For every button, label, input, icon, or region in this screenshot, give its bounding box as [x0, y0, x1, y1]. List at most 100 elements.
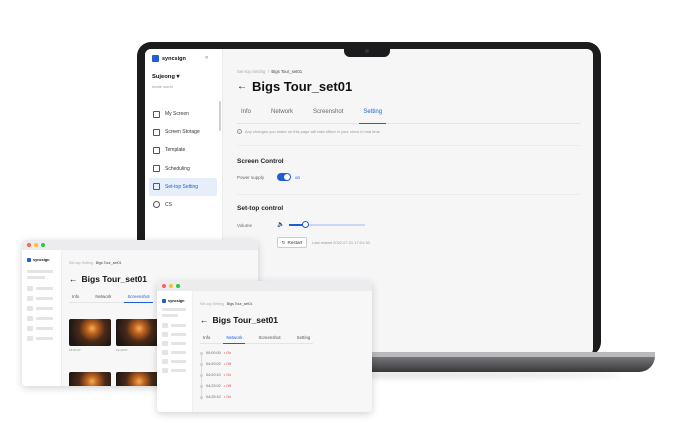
maximize-icon[interactable]	[41, 243, 45, 247]
tab-network[interactable]: Network	[92, 292, 114, 303]
tab-setting[interactable]: Setting	[359, 105, 387, 124]
page-title: ← Bigs Tour_set01	[200, 315, 278, 325]
sidebar-placeholder	[36, 317, 53, 320]
tab-setting[interactable]: Setting	[294, 333, 314, 344]
sidebar-item-scheduling[interactable]: Scheduling	[149, 160, 217, 178]
sidebar-placeholder	[27, 326, 33, 331]
screenshot-thumbnail[interactable]	[116, 372, 158, 386]
event-state: • On	[223, 395, 232, 399]
sidebar-placeholder	[36, 327, 53, 330]
sidebar-item-template[interactable]: Template	[149, 141, 217, 159]
event-state: • Off	[223, 384, 232, 388]
timeline-dot	[200, 384, 203, 388]
breadcrumb: Set-top Setting Bigs Tour_set01	[200, 302, 253, 306]
brand-name: syncsign	[162, 55, 186, 62]
sidebar: syncsign	[157, 291, 193, 412]
syncsign-logo-icon	[152, 55, 159, 62]
template-icon	[153, 146, 160, 154]
sidebar-item-my-screen[interactable]: My Screen	[149, 105, 217, 123]
event-state: • Off	[223, 362, 232, 366]
sidebar-placeholder	[36, 287, 53, 290]
window-titlebar	[22, 240, 258, 250]
tab-network[interactable]: Network	[267, 105, 297, 124]
tab-info[interactable]: Info	[69, 292, 82, 303]
sidebar-placeholder	[171, 324, 186, 327]
monitor-icon	[153, 110, 160, 118]
network-event-row: 00:00:00 • On	[200, 351, 231, 355]
sidebar-item-screen-storage[interactable]: Screen Storage	[149, 123, 217, 141]
restart-label: Restart	[287, 240, 303, 245]
volume-slider-handle[interactable]	[302, 221, 310, 228]
sidebar-item-label: Set-top Setting	[165, 183, 199, 190]
syncsign-logo-icon	[162, 299, 166, 303]
tab-screenshot[interactable]: Screenshot	[124, 292, 153, 303]
minimize-icon[interactable]	[169, 284, 173, 288]
settop-control-heading: Set-top control	[237, 205, 284, 212]
power-toggle[interactable]	[277, 173, 291, 181]
page-title-text: Bigs Tour_set01	[252, 79, 353, 94]
minimize-icon[interactable]	[34, 243, 38, 247]
storage-icon	[153, 128, 160, 136]
page-title: ← Bigs Tour_set01	[69, 274, 147, 284]
org-subtitle: mode world	[152, 84, 173, 89]
restart-icon: ↻	[281, 239, 286, 245]
timeline-line	[201, 354, 202, 400]
timeline-dot	[200, 362, 203, 366]
network-event-row: 04:20:02 • Off	[200, 362, 231, 366]
sidebar-placeholder	[27, 286, 33, 291]
sidebar-placeholder	[171, 351, 186, 354]
screenshot-thumbnail[interactable]	[69, 319, 111, 346]
breadcrumb-root[interactable]: Set-top Setting	[200, 302, 224, 306]
last-restart-text: Last restart 2022.07.21 17:01:30	[312, 240, 370, 245]
org-switcher[interactable]: Sujeong ▾	[152, 74, 179, 80]
brand-logo[interactable]: syncsign	[27, 258, 49, 262]
event-time: 04:25:10	[206, 395, 221, 399]
laptop-notch	[344, 45, 390, 57]
breadcrumb-root[interactable]: Set-top Setting	[237, 69, 265, 74]
sidebar-placeholder	[36, 297, 53, 300]
power-supply-label: Power supply	[237, 175, 265, 180]
tab-bar: Info Network Screenshot Setting	[237, 105, 581, 124]
breadcrumb-separator: /	[267, 69, 270, 74]
tab-screenshot[interactable]: Screenshot	[309, 105, 347, 124]
brand-logo[interactable]: syncsign	[152, 55, 186, 62]
product-showcase: syncsign « Sujeong ▾ mode world My Scree…	[0, 0, 684, 440]
network-event-row: 04:25:10 • On	[200, 395, 231, 399]
back-arrow-icon[interactable]: ←	[200, 315, 209, 325]
page-title: ← Bigs Tour_set01	[237, 79, 352, 94]
event-time: 04:20:10	[206, 373, 221, 377]
restart-button[interactable]: ↻ Restart	[277, 237, 307, 248]
sidebar-placeholder	[162, 359, 168, 364]
brand-logo[interactable]: syncsign	[162, 299, 184, 303]
sidebar-item-settop-setting[interactable]: Set-top Setting	[149, 177, 217, 196]
sidebar-placeholder	[27, 296, 33, 301]
tab-network[interactable]: Network	[223, 333, 246, 344]
close-icon[interactable]	[27, 243, 31, 247]
back-arrow-icon[interactable]: ←	[237, 81, 247, 92]
collapse-sidebar-icon[interactable]: «	[205, 55, 208, 61]
back-arrow-icon[interactable]: ←	[69, 274, 78, 284]
network-event-row: 04:23:02 • Off	[200, 384, 231, 388]
speaker-icon[interactable]: 🔈	[277, 221, 284, 228]
screenshot-thumbnail[interactable]	[116, 319, 158, 346]
screenshot-thumbnail[interactable]	[69, 372, 111, 386]
sidebar-scrollbar[interactable]	[219, 101, 221, 131]
sidebar-item-label: My Screen	[165, 111, 189, 117]
sidebar-placeholder	[27, 316, 33, 321]
breadcrumb-current: Bigs Tour_set01	[226, 302, 253, 306]
tab-info[interactable]: Info	[237, 105, 255, 124]
sidebar-placeholder	[171, 360, 186, 363]
sidebar-placeholder	[162, 341, 168, 346]
tab-info[interactable]: Info	[200, 333, 213, 344]
breadcrumb-current: Bigs Tour_set01	[95, 261, 122, 265]
page-title-text: Bigs Tour_set01	[81, 274, 148, 284]
sidebar-item-cs[interactable]: CS	[149, 196, 217, 214]
breadcrumb-root[interactable]: Set-top Setting	[69, 261, 93, 265]
sidebar-placeholder	[162, 323, 168, 328]
sidebar-placeholder	[27, 270, 53, 273]
event-time: 04:23:02	[206, 384, 221, 388]
tab-screenshot[interactable]: Screenshot	[255, 333, 283, 344]
sidebar: syncsign	[22, 250, 62, 386]
maximize-icon[interactable]	[176, 284, 180, 288]
close-icon[interactable]	[162, 284, 166, 288]
